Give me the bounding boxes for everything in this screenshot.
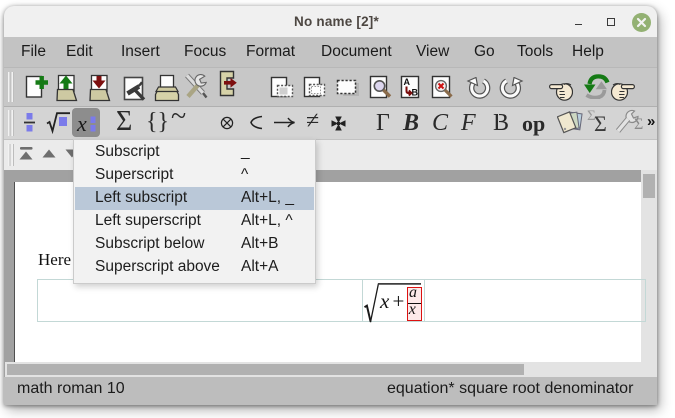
svg-text:A: A [404, 77, 411, 87]
svg-text:B: B [412, 88, 419, 98]
